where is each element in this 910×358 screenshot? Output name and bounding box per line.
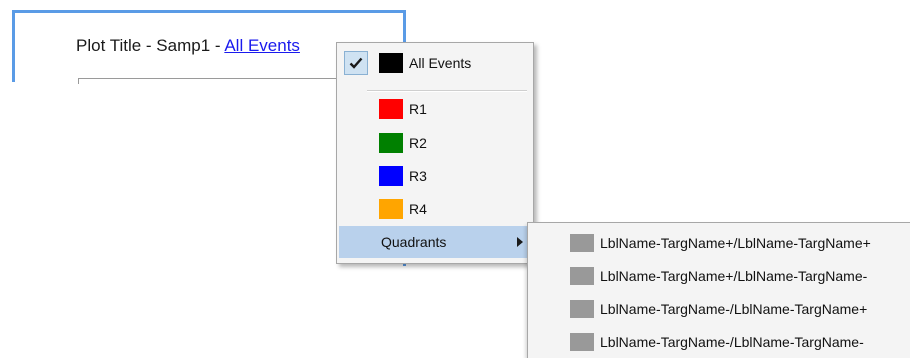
menu-item-label: R3 [409,168,427,184]
submenu-item-quadrant-2[interactable]: LblName-TargName+/LblName-TargName- [530,260,910,292]
color-swatch-r2 [379,133,403,153]
menu-item-r4[interactable]: R4 [339,193,531,225]
menu-item-label: R1 [409,101,427,117]
chevron-right-icon [517,237,523,247]
plot-title-text: Plot Title - Samp1 - [76,36,225,55]
menu-item-label: R4 [409,201,427,217]
menu-item-label: Quadrants [381,234,447,250]
menu-separator [367,90,527,92]
color-swatch-all-events [379,53,403,73]
menu-item-all-events[interactable]: All Events [339,47,531,79]
submenu-item-label: LblName-TargName+/LblName-TargName+ [600,235,871,251]
submenu-item-label: LblName-TargName-/LblName-TargName+ [600,301,868,317]
check-icon [344,51,368,75]
color-swatch-r3 [379,166,403,186]
menu-item-quadrants[interactable]: Quadrants [339,226,531,258]
color-swatch-quadrant [570,333,594,351]
menu-item-r3[interactable]: R3 [339,160,531,192]
color-swatch-quadrant [570,267,594,285]
plot-axis-tick [78,78,79,84]
menu-item-label: R2 [409,135,427,151]
screen: Plot Title - Samp1 - All Events All Even… [0,0,910,358]
submenu-item-label: LblName-TargName-/LblName-TargName- [600,334,864,350]
submenu-item-label: LblName-TargName+/LblName-TargName- [600,268,868,284]
color-swatch-quadrant [570,300,594,318]
color-swatch-quadrant [570,234,594,252]
menu-item-r2[interactable]: R2 [339,127,531,159]
color-swatch-r1 [379,99,403,119]
submenu-item-quadrant-1[interactable]: LblName-TargName+/LblName-TargName+ [530,227,910,259]
color-swatch-r4 [379,199,403,219]
gate-selector-link[interactable]: All Events [224,36,300,55]
quadrants-submenu: LblName-TargName+/LblName-TargName+ LblN… [527,222,910,358]
submenu-item-quadrant-3[interactable]: LblName-TargName-/LblName-TargName+ [530,293,910,325]
submenu-item-quadrant-4[interactable]: LblName-TargName-/LblName-TargName- [530,326,910,358]
menu-item-label: All Events [409,55,472,71]
gate-menu: All Events R1 R2 R3 R4 Quadrants [336,42,534,264]
menu-item-r1[interactable]: R1 [339,93,531,125]
plot-title: Plot Title - Samp1 - All Events [76,36,300,56]
plot-axis-line [78,78,336,79]
